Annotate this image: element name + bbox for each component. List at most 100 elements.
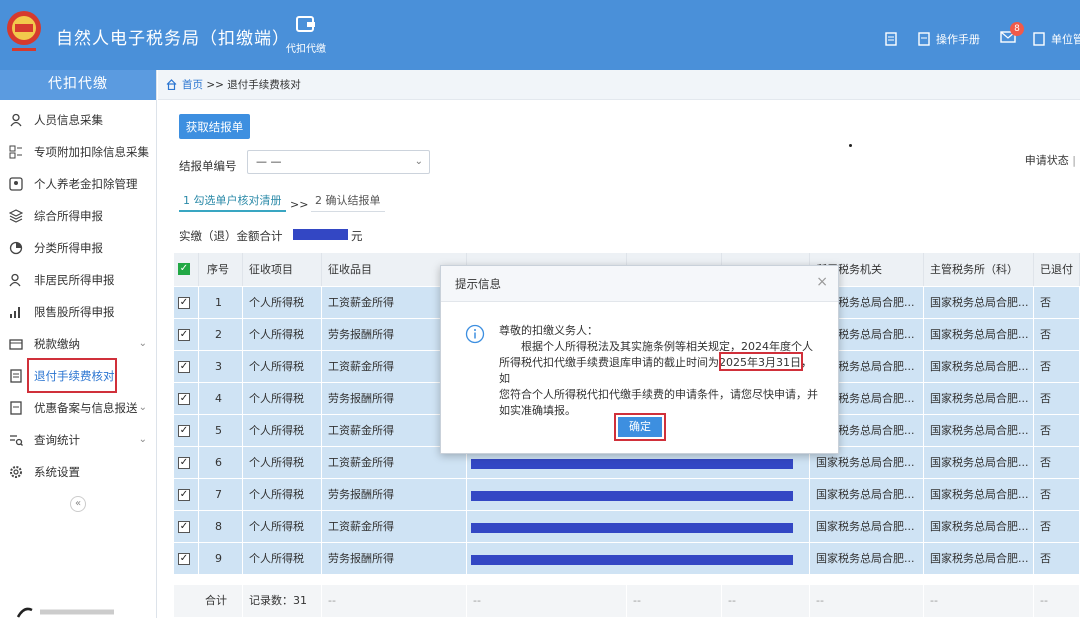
footer-dash: -- xyxy=(722,585,810,617)
cell-refunded: 否 xyxy=(1034,479,1080,510)
highlight-box xyxy=(27,358,117,393)
sidebar-item-tax-payment[interactable]: 税款缴纳 ⌄ xyxy=(0,328,157,360)
cell-levy-category: 劳务报酬所得 xyxy=(322,479,467,510)
table-row[interactable]: ✓ 7 个人所得税 劳务报酬所得 国家税务总局合肥... 国家税务总局合肥...… xyxy=(174,479,1080,511)
bar-chart-icon xyxy=(10,307,20,318)
breadcrumb-current: 退付手续费核对 xyxy=(227,79,301,91)
cell-levy-item: 个人所得税 xyxy=(243,511,322,542)
home-icon xyxy=(166,79,177,90)
row-checkbox[interactable]: ✓ xyxy=(178,329,190,341)
sidebar-item-label: 系统设置 xyxy=(34,465,80,479)
cell-redacted-group xyxy=(467,479,810,510)
cell-office: 国家税务总局合肥... xyxy=(924,383,1034,414)
wallet-icon xyxy=(9,339,23,350)
document-icon xyxy=(10,369,22,383)
fetch-receipt-button[interactable]: 获取结报单 xyxy=(179,114,250,139)
sidebar-item-comprehensive[interactable]: 综合所得申报 xyxy=(0,200,157,232)
app-header: 自然人电子税务局（扣缴端） 代扣代缴 操作手册 8 单位管 xyxy=(0,0,1080,70)
document-icon[interactable] xyxy=(885,32,897,46)
row-checkbox[interactable]: ✓ xyxy=(178,393,190,405)
chevron-down-icon: ⌄ xyxy=(414,156,423,167)
id-card-icon xyxy=(9,177,23,191)
confirm-button-label: 确定 xyxy=(618,417,662,437)
cell-no: 4 xyxy=(199,383,243,414)
redacted-bar xyxy=(471,555,793,565)
sidebar-item-query-stats[interactable]: 查询统计 ⌄ xyxy=(0,424,157,456)
notice-dialog: 提示信息 × 尊敬的扣缴义务人： 根据个人所得税法及其实施条例等相关规定，202… xyxy=(440,265,839,454)
cell-levy-item: 个人所得税 xyxy=(243,319,322,350)
breadcrumb-home[interactable]: 首页 xyxy=(182,79,203,91)
sidebar-item-system-settings[interactable]: 系统设置 xyxy=(0,456,157,488)
row-checkbox[interactable]: ✓ xyxy=(178,553,190,565)
redacted-bar xyxy=(471,523,793,533)
sidebar-item-preferential-filing[interactable]: 优惠备案与信息报送 ⌄ xyxy=(0,392,157,424)
manual-icon xyxy=(918,32,930,46)
cell-refunded: 否 xyxy=(1034,543,1080,574)
app-title: 自然人电子税务局（扣缴端） xyxy=(56,29,290,49)
cell-refunded: 否 xyxy=(1034,447,1080,478)
search-list-icon xyxy=(10,435,23,446)
sidebar-item-label: 综合所得申报 xyxy=(34,209,103,223)
unit-management-link[interactable]: 单位管 xyxy=(1051,31,1080,47)
manual-link[interactable]: 操作手册 xyxy=(936,31,980,47)
cell-levy-item: 个人所得税 xyxy=(243,479,322,510)
collapse-sidebar-button[interactable]: « xyxy=(70,496,86,512)
mail-badge: 8 xyxy=(1010,22,1024,36)
dialog-greeting: 尊敬的扣缴义务人： xyxy=(499,324,598,337)
sidebar-item-label: 限售股所得申报 xyxy=(34,305,115,319)
row-checkbox[interactable]: ✓ xyxy=(178,489,190,501)
cell-levy-category: 工资薪金所得 xyxy=(322,511,467,542)
dialog-title: 提示信息 xyxy=(441,266,838,302)
close-icon[interactable]: × xyxy=(816,275,828,289)
header-checkbox-cell[interactable]: ✓ xyxy=(174,253,199,286)
step-2-tab[interactable]: 2 确认结报单 xyxy=(311,190,385,212)
confirm-button[interactable]: 确定 xyxy=(614,413,666,441)
sidebar-item-person-info[interactable]: 人员信息采集 xyxy=(0,104,157,136)
cell-refunded: 否 xyxy=(1034,319,1080,350)
sidebar-item-pension[interactable]: 个人养老金扣除管理 xyxy=(0,168,157,200)
row-checkbox[interactable]: ✓ xyxy=(178,521,190,533)
header-no: 序号 xyxy=(199,253,243,286)
sidebar-item-special-deduction[interactable]: 专项附加扣除信息采集 xyxy=(0,136,157,168)
row-checkbox[interactable]: ✓ xyxy=(178,297,190,309)
receipt-number-select[interactable]: — — ⌄ xyxy=(247,150,430,174)
deadline-highlight-box xyxy=(719,352,803,371)
sidebar-item-nonresident[interactable]: 非居民所得申报 xyxy=(0,264,157,296)
cell-no: 7 xyxy=(199,479,243,510)
cell-office: 国家税务总局合肥... xyxy=(924,287,1034,318)
layers-icon xyxy=(9,209,23,223)
module-withholding-button[interactable]: 代扣代缴 xyxy=(278,14,334,55)
cell-office: 国家税务总局合肥... xyxy=(924,543,1034,574)
unit-icon xyxy=(1033,32,1045,46)
table-footer-row: 合计 记录数：31 -- -- -- -- -- -- -- xyxy=(174,585,1080,618)
file-icon xyxy=(10,401,22,415)
cell-refunded: 否 xyxy=(1034,415,1080,446)
row-checkbox[interactable]: ✓ xyxy=(178,457,190,469)
step-separator: >> xyxy=(290,198,309,211)
sidebar-item-classified[interactable]: 分类所得申报 xyxy=(0,232,157,264)
step-1-tab[interactable]: 1 勾选单户核对清册 xyxy=(179,190,286,212)
select-all-checkbox[interactable]: ✓ xyxy=(178,263,190,275)
chevron-down-icon: ⌄ xyxy=(138,434,147,445)
cell-no: 1 xyxy=(199,287,243,318)
person-icon xyxy=(10,113,22,127)
row-checkbox[interactable]: ✓ xyxy=(178,361,190,373)
sidebar-item-label: 专项附加扣除信息采集 xyxy=(34,145,149,159)
table-row[interactable]: ✓ 8 个人所得税 工资薪金所得 国家税务总局合肥... 国家税务总局合肥...… xyxy=(174,511,1080,543)
header-office: 主管税务所（科） xyxy=(924,253,1034,286)
dialog-line: 您符合个人所得税代扣代缴手续费的申请条件，请您尽快申请，并 xyxy=(499,388,818,401)
cell-refunded: 否 xyxy=(1034,351,1080,382)
sidebar-item-restricted-stock[interactable]: 限售股所得申报 xyxy=(0,296,157,328)
footer-dash: -- xyxy=(924,585,1034,617)
row-checkbox[interactable]: ✓ xyxy=(178,425,190,437)
footer-dash: -- xyxy=(467,585,627,617)
total-amount-redacted xyxy=(293,229,348,240)
cell-office: 国家税务总局合肥... xyxy=(924,447,1034,478)
table-row[interactable]: ✓ 9 个人所得税 劳务报酬所得 国家税务总局合肥... 国家税务总局合肥...… xyxy=(174,543,1080,575)
mail-button[interactable]: 8 xyxy=(1000,22,1024,46)
cell-no: 3 xyxy=(199,351,243,382)
cell-refunded: 否 xyxy=(1034,287,1080,318)
sidebar: 代扣代缴 人员信息采集 专项附加扣除信息采集 个人养老金扣除管理 综合所得申报 … xyxy=(0,70,157,618)
footer-record-count: 记录数：31 xyxy=(243,585,322,617)
total-amount-label: 实缴（退）金额合计 xyxy=(179,229,283,243)
